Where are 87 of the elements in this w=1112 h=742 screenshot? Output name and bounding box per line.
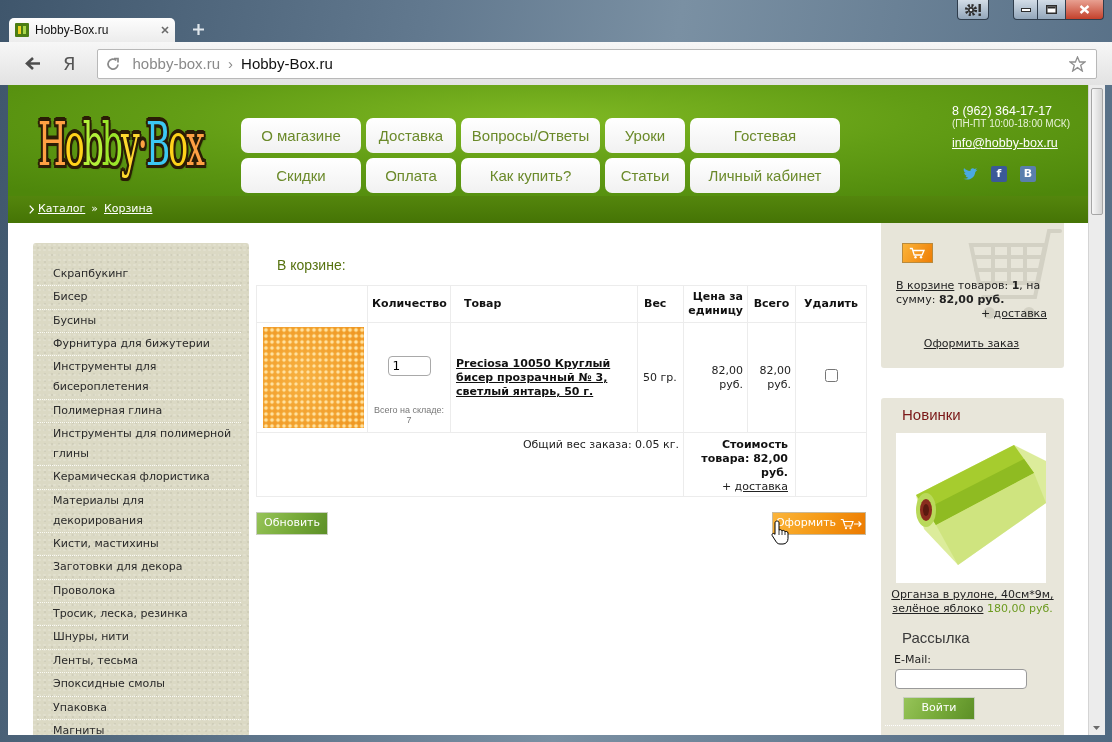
social-button[interactable]: f bbox=[991, 166, 1007, 182]
column-header: Товар bbox=[450, 285, 638, 323]
delivery-note: + доставка bbox=[720, 480, 788, 494]
close-window-button[interactable] bbox=[1066, 0, 1104, 20]
product-link[interactable]: Органза в рулоне, 40см*9м, зелёное яблоко 180,00 руб. bbox=[885, 588, 1060, 616]
category-link[interactable]: Ленты, тесьма bbox=[37, 649, 241, 674]
category-link[interactable]: Материалы для декорирования bbox=[37, 489, 241, 534]
category-link[interactable]: Керамическая флористика bbox=[37, 466, 241, 490]
favicon-icon bbox=[15, 23, 29, 37]
category-link[interactable]: Упаковка bbox=[37, 696, 241, 720]
order-cost: Стоимость товара: 82,00 руб. bbox=[700, 438, 788, 480]
scrollbar[interactable] bbox=[1088, 85, 1105, 735]
maximize-button[interactable] bbox=[1038, 0, 1066, 20]
nav-button[interactable]: Личный кабинет bbox=[690, 158, 840, 193]
settings-button[interactable] bbox=[957, 0, 989, 20]
category-link[interactable]: Проволока bbox=[37, 579, 241, 604]
column-header: Вес bbox=[637, 285, 684, 323]
nav-button[interactable]: Статьи bbox=[605, 158, 685, 193]
weight-cell: 50 гр. bbox=[637, 322, 684, 433]
breadcrumb-link[interactable]: Корзина bbox=[104, 202, 153, 217]
nav-button[interactable]: Гостевая bbox=[690, 118, 840, 153]
price-cell: 82,00 руб. bbox=[683, 322, 748, 433]
column-header: Количество bbox=[367, 285, 451, 323]
cart-button[interactable] bbox=[902, 243, 933, 263]
column-header: Всего bbox=[747, 285, 796, 323]
nav-button[interactable]: Оплата bbox=[366, 158, 456, 193]
social-button[interactable]: B bbox=[1020, 166, 1036, 182]
maximize-icon bbox=[1046, 5, 1057, 14]
category-link[interactable]: Бисер bbox=[37, 286, 241, 310]
minimize-icon bbox=[1020, 7, 1031, 12]
category-link[interactable]: Кисти, мастихины bbox=[37, 533, 241, 557]
breadcrumb-link[interactable]: Каталог bbox=[38, 202, 86, 217]
cart-arrow-icon bbox=[840, 517, 863, 530]
category-link[interactable]: Заготовки для декора bbox=[37, 556, 241, 580]
bookmark-star-icon[interactable] bbox=[1068, 55, 1086, 72]
email-field[interactable] bbox=[895, 669, 1027, 689]
plus-icon[interactable] bbox=[193, 24, 204, 35]
news-heading: Новинки bbox=[902, 406, 962, 424]
stock-note: Всего на складе: 7 bbox=[372, 405, 446, 425]
nav-button[interactable]: Вопросы/Ответы bbox=[461, 118, 600, 153]
cart-icon bbox=[908, 247, 927, 259]
working-hours: (ПН-ПТ 10:00-18:00 МСК) bbox=[952, 119, 1070, 129]
delivery-note: + доставка bbox=[979, 307, 1047, 321]
cart-link[interactable]: В корзине bbox=[896, 279, 955, 292]
newsletter-heading: Рассылка bbox=[902, 629, 971, 647]
cart-summary: В корзине товаров: 1, на сумму: 82,00 руб. bbox=[896, 279, 1042, 307]
scrollbar-thumb[interactable] bbox=[1091, 88, 1103, 215]
address-bar[interactable]: hobby-box.ru › Hobby-Box.ru bbox=[96, 48, 1097, 79]
nav-button[interactable]: Как купить? bbox=[461, 158, 600, 193]
remove-checkbox[interactable] bbox=[824, 369, 838, 382]
minimize-button[interactable] bbox=[1013, 0, 1038, 20]
reload-icon[interactable] bbox=[105, 56, 120, 71]
gear-alert-icon bbox=[964, 2, 982, 17]
category-link[interactable]: Скрапбукинг bbox=[37, 263, 241, 287]
category-link[interactable]: Инструменты для полимерной глины bbox=[37, 423, 241, 467]
category-link[interactable]: Эпоксидные смолы bbox=[37, 673, 241, 697]
breadcrumb-separator: » bbox=[91, 202, 98, 217]
category-link[interactable]: Магниты bbox=[37, 719, 241, 735]
quantity-field[interactable]: 1 bbox=[387, 356, 431, 376]
browser-tab[interactable]: Hobby-Box.ru bbox=[9, 18, 175, 42]
chevron-icon bbox=[29, 205, 34, 214]
email-link[interactable]: info@hobby-box.ru bbox=[952, 136, 1058, 151]
close-icon[interactable] bbox=[161, 26, 169, 34]
cart-heading: В корзине: bbox=[277, 256, 347, 274]
total-weight: Общий вес заказа: 0.05 кг. bbox=[256, 432, 684, 497]
nav-button[interactable]: Уроки bbox=[605, 118, 685, 153]
category-link[interactable]: Фурнитура для бижутерии bbox=[37, 333, 241, 357]
scroll-down-icon[interactable] bbox=[1093, 726, 1100, 730]
total-cell: 82,00 руб. bbox=[747, 322, 796, 433]
delivery-link[interactable]: доставка bbox=[734, 480, 788, 493]
category-link[interactable]: Инструменты для бисероплетения bbox=[37, 356, 241, 400]
category-link[interactable]: Шнуры, нити bbox=[37, 626, 241, 650]
phone-number: 8 (962) 364-17-17 bbox=[952, 104, 1054, 119]
close-icon bbox=[1079, 5, 1090, 14]
logo-button[interactable]: Я bbox=[63, 53, 76, 74]
nav-button[interactable]: О магазине bbox=[241, 118, 361, 153]
column-header: Цена за единицу bbox=[683, 285, 748, 323]
category-link[interactable]: Бусины bbox=[37, 309, 241, 334]
nav-button[interactable]: Скидки bbox=[241, 158, 361, 193]
delivery-link[interactable]: доставка bbox=[993, 307, 1047, 320]
nav-button[interactable]: Доставка bbox=[366, 118, 456, 153]
email-label: E-Mail: bbox=[894, 653, 932, 667]
category-link[interactable]: Тросик, леска, резинка bbox=[37, 603, 241, 627]
category-link[interactable]: Полимерная глина bbox=[37, 399, 241, 424]
back-arrow-icon[interactable] bbox=[24, 56, 41, 71]
checkout-link[interactable]: Оформить заказ bbox=[923, 337, 1020, 350]
column-header: Удалить bbox=[795, 285, 867, 323]
